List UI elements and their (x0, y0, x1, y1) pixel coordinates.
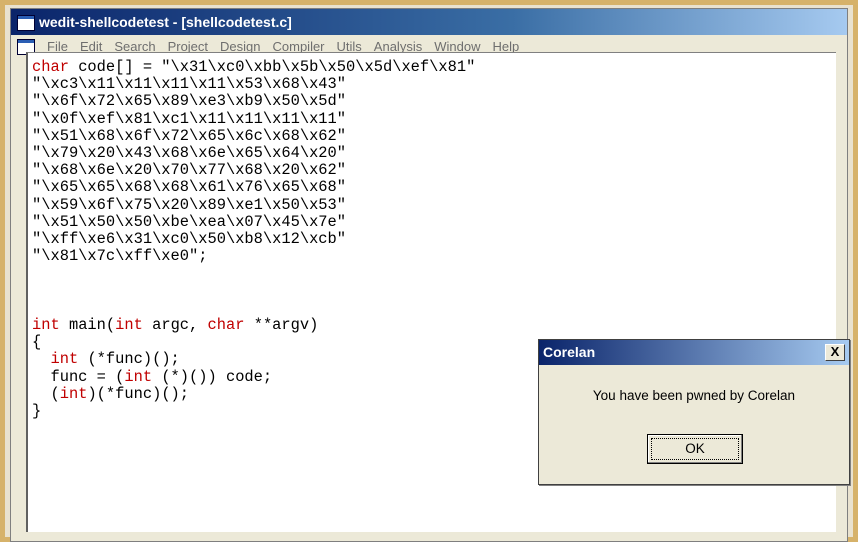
keyword: char (32, 58, 69, 76)
keyword: int (32, 316, 60, 335)
dialog-message: You have been pwned by Corelan (592, 388, 796, 403)
code-line: "\x0f\xef\x81\xc1\x11\x11\x11\x11" (32, 109, 347, 128)
code-line: "\x59\x6f\x75\x20\x89\xe1\x50\x53" (32, 195, 347, 214)
code-line: "\x79\x20\x43\x68\x6e\x65\x64\x20" (32, 144, 347, 163)
app-icon (17, 15, 35, 31)
code-line: } (32, 402, 42, 421)
keyword: int (124, 367, 153, 386)
code-line: "\xff\xe6\x31\xc0\x50\xb8\x12\xcb" (32, 230, 347, 249)
code-text: **argv) (244, 316, 319, 335)
code-text: (*)()) code; (152, 367, 273, 386)
dialog-title: Corelan (543, 344, 596, 360)
code-line: "\xc3\x11\x11\x11\x11\x53\x68\x43" (32, 75, 347, 94)
code-text: main( (59, 316, 116, 335)
code-line: "\x51\x68\x6f\x72\x65\x6c\x68\x62" (32, 126, 347, 145)
code-line: "\x51\x50\x50\xbe\xea\x07\x45\x7e" (32, 212, 347, 231)
keyword: int (50, 350, 79, 369)
keyword: int (115, 316, 143, 335)
code-line: code[] = "\x31\xc0\xbb\x5b\x50\x5d\xef\x… (68, 58, 476, 76)
keyword: int (59, 384, 88, 403)
message-box: Corelan X You have been pwned by Corelan… (538, 339, 850, 485)
code-line: { (32, 333, 42, 352)
code-line: "\x65\x65\x68\x68\x61\x76\x65\x68" (32, 178, 347, 197)
source-code[interactable]: char code[] = "\x31\xc0\xbb\x5b\x50\x5d\… (32, 58, 476, 421)
dialog-title-bar[interactable]: Corelan X (539, 340, 849, 365)
code-text: argc, (142, 316, 208, 335)
code-text: (*func)(); (78, 350, 180, 369)
close-icon[interactable]: X (825, 344, 845, 361)
title-bar[interactable]: wedit-shellcodetest - [shellcodetest.c] (11, 9, 847, 35)
code-line: "\x68\x6e\x20\x70\x77\x68\x20\x62" (32, 161, 347, 180)
code-line: "\x81\x7c\xff\xe0"; (32, 247, 208, 266)
code-line: "\x6f\x72\x65\x89\xe3\xb9\x50\x5d" (32, 92, 347, 111)
ok-button[interactable]: OK (647, 434, 743, 464)
keyword: char (207, 316, 245, 335)
window-title: wedit-shellcodetest - [shellcodetest.c] (39, 14, 292, 30)
code-text: )(*func)(); (87, 384, 190, 403)
code-text: func = ( (32, 367, 125, 386)
code-text: ( (32, 384, 60, 403)
